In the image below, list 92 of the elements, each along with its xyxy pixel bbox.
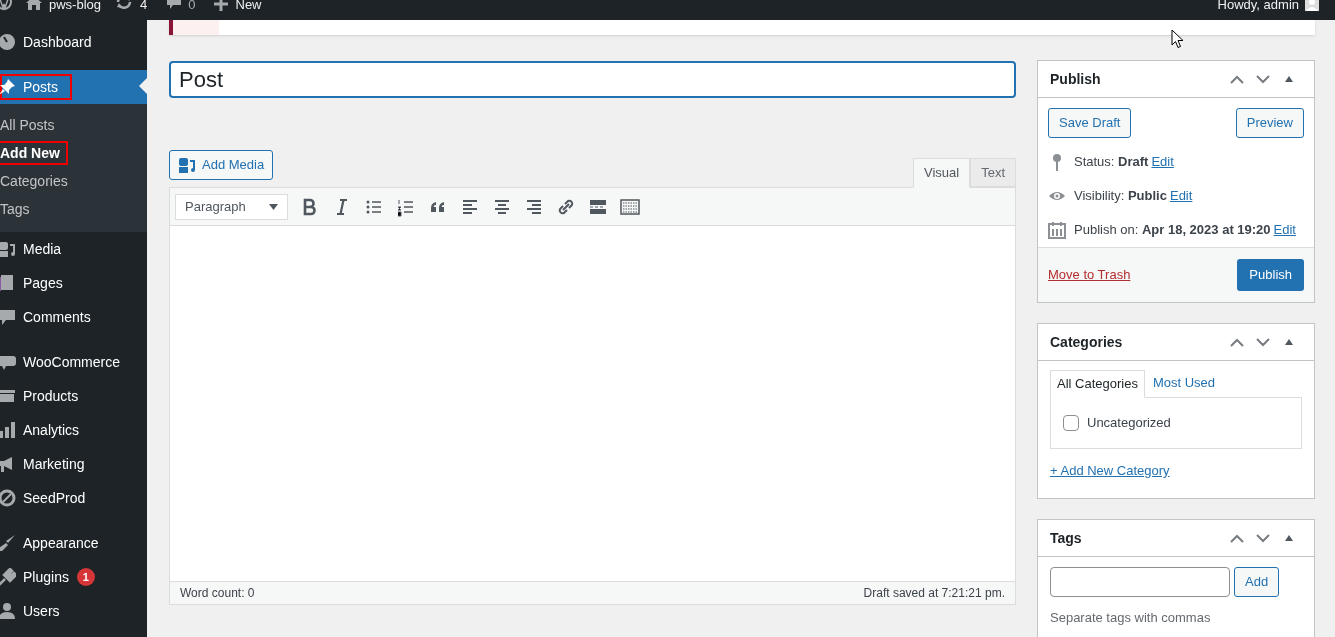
menu-item[interactable]: Appearance: [0, 526, 147, 560]
media-icon: [178, 156, 196, 174]
menu-label: Marketing: [23, 457, 85, 471]
menu-item[interactable]: Dashboard: [0, 25, 147, 59]
preview-button[interactable]: Preview: [1235, 108, 1304, 138]
editor-tab[interactable]: Text: [970, 158, 1016, 187]
media-icon: [0, 240, 16, 258]
menu-label: Plugins: [23, 570, 69, 584]
edit-link[interactable]: Edit: [1169, 186, 1193, 206]
add-category-link[interactable]: + Add New Category: [1050, 461, 1170, 481]
menu-label: Analytics: [23, 423, 80, 437]
avatar-icon: [1305, 0, 1319, 11]
edit-link[interactable]: Edit: [1151, 152, 1174, 172]
menu-label: Pages: [23, 276, 63, 290]
category-checkbox[interactable]: [1063, 415, 1079, 431]
comments-count[interactable]: 0: [188, 0, 196, 11]
menu-item[interactable]: Users: [0, 594, 147, 628]
count-badge: 1: [76, 568, 95, 586]
title-field[interactable]: Post: [169, 61, 1016, 98]
caret-icon: [269, 203, 278, 210]
pin-icon: [0, 78, 16, 96]
menu-label: Products: [23, 389, 79, 403]
menu-item[interactable]: Marketing: [0, 447, 147, 481]
submenu-item[interactable]: Categories: [0, 169, 76, 193]
menu-label: WooCommerce: [23, 355, 120, 369]
menu-item[interactable]: Products: [0, 379, 147, 413]
category-label: Uncategorized: [1087, 414, 1171, 433]
box-title: Publish: [1050, 69, 1101, 89]
edit-link[interactable]: Edit: [1273, 220, 1296, 240]
box-title: Tags: [1050, 528, 1082, 548]
brush-icon: [0, 534, 16, 552]
site-name-link[interactable]: pws-blog: [49, 0, 102, 11]
menu-label: Dashboard: [23, 35, 92, 49]
chevron-down-icon: [1256, 74, 1270, 84]
menu-item[interactable]: Comments: [0, 300, 147, 334]
submenu-item[interactable]: All Posts: [0, 113, 63, 137]
triangle-up-icon: [1285, 339, 1293, 345]
box-title: Categories: [1050, 332, 1123, 352]
box-icon: [0, 387, 16, 405]
publish-setting-text: Publish on: Apr 18, 2023 at 19:20: [1074, 221, 1271, 240]
menu-label: Posts: [23, 80, 58, 94]
triangle-up-icon: [1285, 535, 1293, 541]
pointer-icon: [1171, 29, 1184, 49]
updates-count[interactable]: 4: [140, 0, 148, 11]
menu-item[interactable]: Posts: [0, 70, 147, 104]
word-count: Word count: 0: [180, 585, 255, 602]
chevron-up-icon: [1230, 337, 1244, 347]
publish-setting-text: Visibility: Public: [1074, 187, 1167, 206]
page-icon: [0, 274, 16, 292]
editor-tab[interactable]: Visual: [912, 158, 971, 188]
calendar-icon: [1048, 221, 1066, 239]
tags-hint: Separate tags with commas: [1050, 609, 1212, 627]
menu-label: SeedProd: [23, 491, 86, 505]
submenu-item[interactable]: Add New: [0, 141, 68, 165]
menu-item[interactable]: Pages: [0, 266, 147, 300]
bubble-icon: [0, 353, 16, 371]
category-tab[interactable]: All Categories: [1050, 370, 1145, 398]
publish-button[interactable]: Publish: [1237, 259, 1304, 291]
move-to-trash-link[interactable]: Move to Trash: [1048, 265, 1131, 285]
menu-item[interactable]: SeedProd: [0, 481, 147, 515]
bar-chart-icon: [0, 421, 16, 439]
triangle-up-icon: [1285, 76, 1293, 82]
menu-label: Users: [23, 604, 60, 618]
menu-label: Media: [23, 242, 62, 256]
add-media-button[interactable]: Add Media: [169, 150, 274, 180]
tag-input-field[interactable]: [1050, 567, 1230, 597]
menu-item[interactable]: WooCommerce: [0, 345, 147, 379]
new-link[interactable]: New: [235, 0, 262, 11]
category-tab[interactable]: Most Used: [1144, 369, 1224, 397]
chevron-up-icon: [1230, 533, 1244, 543]
publish-setting-text: Status: Draft: [1074, 153, 1149, 172]
current-arrow-icon: [139, 78, 147, 94]
plus-icon: [213, 0, 228, 11]
save-draft-button[interactable]: Save Draft: [1048, 108, 1132, 138]
comment-icon: [167, 0, 182, 10]
chevron-up-icon: [1230, 74, 1244, 84]
keyboard-icon: [620, 196, 640, 217]
comment-icon: [0, 308, 16, 326]
submenu-item[interactable]: Tags: [0, 197, 38, 221]
draft-saved-text: Draft saved at 7:21:21 pm.: [863, 585, 1005, 602]
chevron-down-icon: [1256, 337, 1270, 347]
menu-item[interactable]: Analytics: [0, 413, 147, 447]
menu-label: Appearance: [23, 536, 99, 550]
menu-item[interactable]: Media: [0, 232, 147, 266]
add-tag-button[interactable]: Add: [1234, 567, 1280, 597]
home-icon: [26, 0, 42, 10]
chevron-down-icon: [1256, 533, 1270, 543]
menu-item[interactable]: Plugins 1: [0, 560, 147, 594]
user-icon: [0, 602, 16, 620]
menu-label: Comments: [23, 310, 91, 324]
format-select[interactable]: Paragraph: [175, 193, 288, 220]
greeting-link[interactable]: Howdy, admin: [1217, 0, 1299, 11]
